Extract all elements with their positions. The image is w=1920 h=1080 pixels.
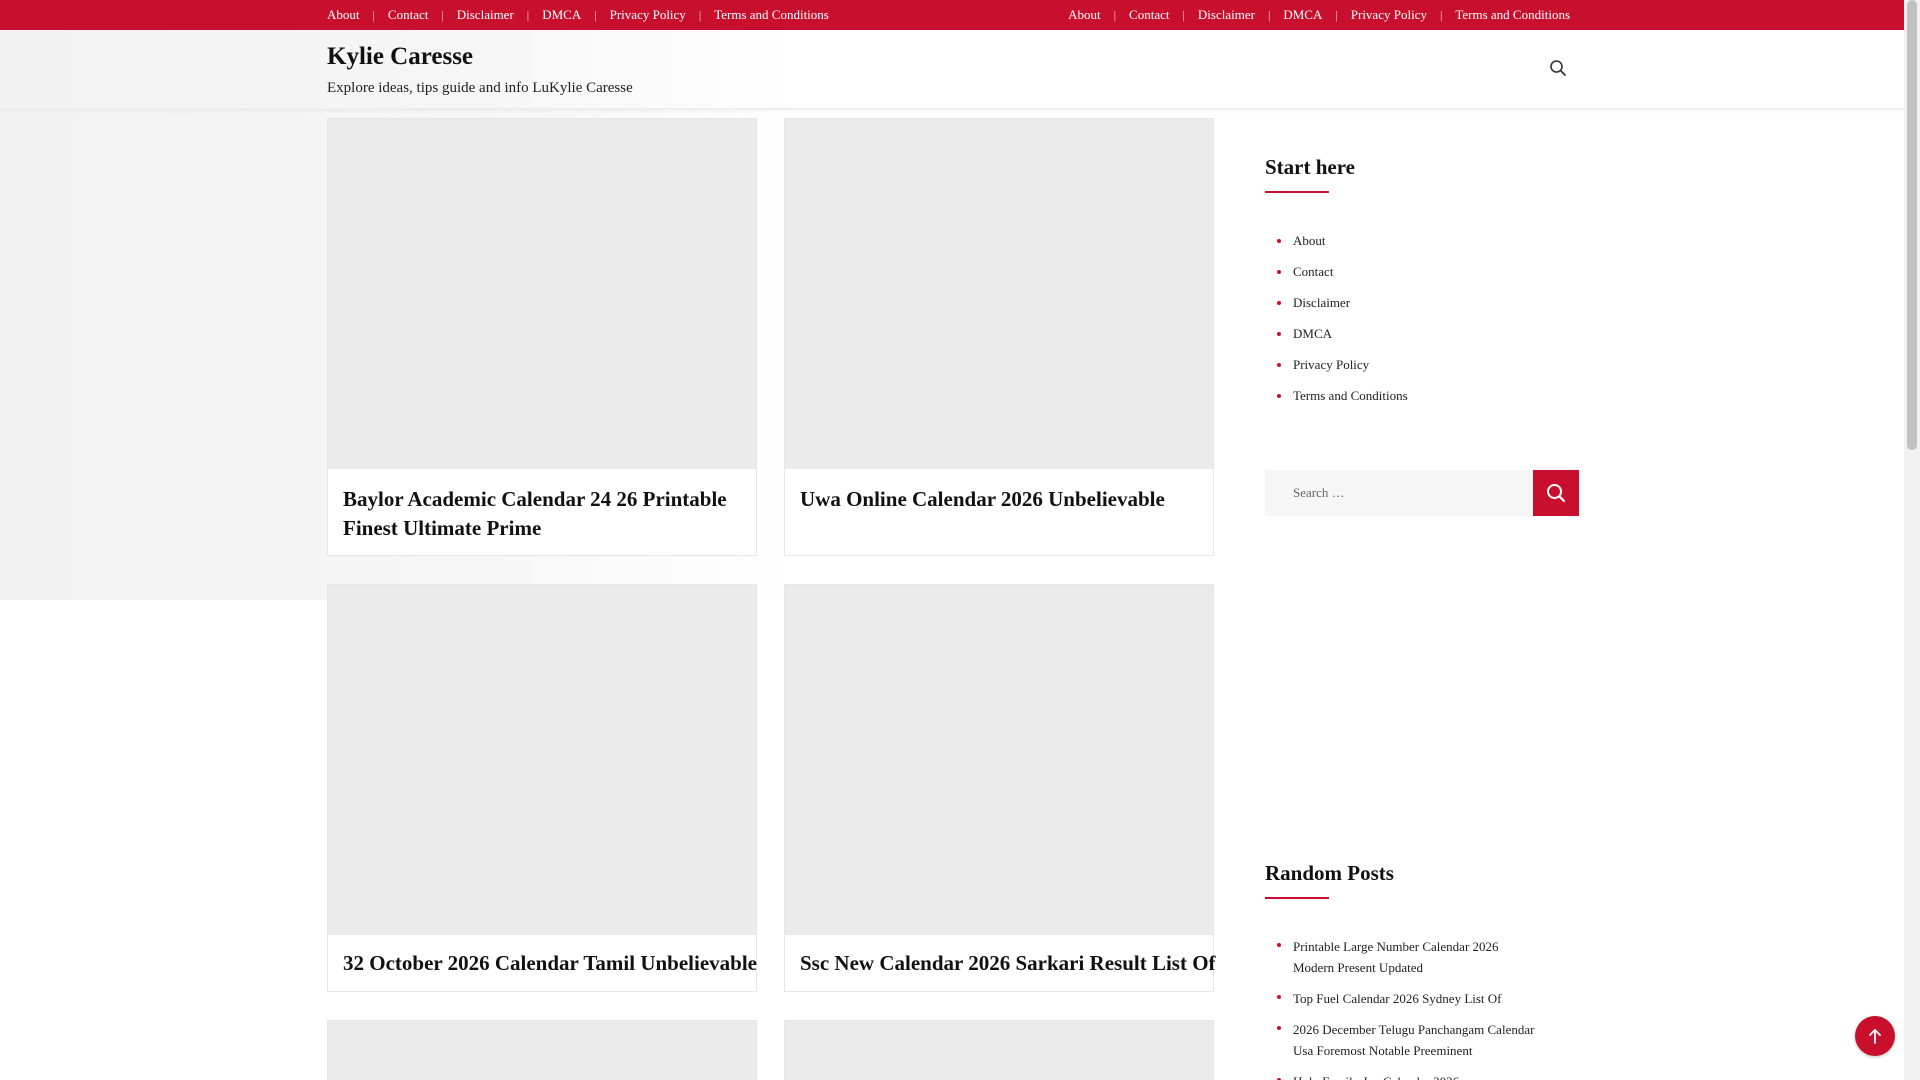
sidebar-search-form (1265, 470, 1579, 516)
top-nav-link-privacy-policy[interactable]: Privacy Policy (610, 7, 686, 23)
nav-separator: | (1182, 7, 1185, 22)
scrollbar-thumb[interactable] (1907, 0, 1917, 450)
random-post-link[interactable]: Holy Family Jax Calendar 2026 (1265, 1071, 1565, 1080)
post-title[interactable]: Ssc New Calendar 2026 Sarkari Result Lis… (800, 949, 1216, 978)
post-card: Baylor Academic Calendar 24 26 Printable… (327, 118, 757, 556)
random-post-link[interactable]: Top Fuel Calendar 2026 Sydney List Of (1265, 988, 1565, 1009)
search-submit-button[interactable] (1533, 470, 1579, 516)
top-nav-link-privacy-policy[interactable]: Privacy Policy (1351, 7, 1427, 23)
sidebar-link-dmca[interactable]: DMCA (1265, 325, 1565, 356)
post-title[interactable]: Baylor Academic Calendar 24 26 Printable… (343, 485, 748, 543)
search-icon[interactable] (1548, 58, 1568, 78)
post-card (784, 1020, 1214, 1080)
post-card (327, 1020, 757, 1080)
sidebar-link-about[interactable]: About (1265, 232, 1565, 263)
top-nav-left: About | Contact | Disclaimer | DMCA | Pr… (327, 0, 829, 30)
top-nav-link-about[interactable]: About (1068, 7, 1101, 23)
page: About | Contact | Disclaimer | DMCA | Pr… (0, 0, 1904, 1080)
nav-separator: | (1439, 7, 1443, 22)
nav-separator: | (1113, 7, 1117, 22)
post-thumbnail[interactable] (785, 585, 1213, 935)
nav-separator: | (526, 7, 530, 22)
top-nav-link-dmca[interactable]: DMCA (542, 7, 581, 23)
page-scrollbar[interactable] (1904, 0, 1920, 1080)
sidebar-link-disclaimer[interactable]: Disclaimer (1265, 294, 1565, 325)
post-thumbnail[interactable] (328, 585, 756, 935)
nav-separator: | (1267, 7, 1271, 22)
top-nav-link-about[interactable]: About (327, 7, 360, 23)
site-description: Explore ideas, tips guide and info LuKyl… (327, 80, 633, 96)
top-bar: About | Contact | Disclaimer | DMCA | Pr… (0, 0, 1904, 30)
post-card: Ssc New Calendar 2026 Sarkari Result Lis… (784, 584, 1216, 992)
nav-separator: | (1335, 7, 1338, 22)
search-icon (1547, 484, 1566, 503)
nav-separator: | (372, 7, 375, 22)
start-here-list: About Contact Disclaimer DMCA Privacy Po… (1265, 232, 1565, 418)
post-thumbnail[interactable] (328, 119, 756, 469)
post-title[interactable]: Uwa Online Calendar 2026 Unbelievable (800, 485, 1205, 514)
random-posts-list: Printable Large Number Calendar 2026 Mod… (1265, 936, 1565, 1080)
random-post-link[interactable]: 2026 December Telugu Panchangam Calendar… (1265, 1019, 1565, 1061)
post-thumbnail[interactable] (785, 119, 1213, 469)
sidebar-link-terms[interactable]: Terms and Conditions (1265, 387, 1565, 418)
nav-separator: | (441, 7, 444, 22)
top-nav-link-terms[interactable]: Terms and Conditions (1455, 7, 1570, 23)
widget-title-underline (1265, 191, 1329, 193)
post-title[interactable]: 32 October 2026 Calendar Tamil Unbelieva… (343, 949, 757, 978)
post-thumbnail[interactable] (328, 1021, 756, 1080)
widget-title-start-here: Start here (1265, 155, 1355, 179)
top-nav-link-terms[interactable]: Terms and Conditions (714, 7, 829, 23)
post-thumbnail[interactable] (785, 1021, 1213, 1080)
top-nav-link-contact[interactable]: Contact (1129, 7, 1169, 23)
top-nav-right: About | Contact | Disclaimer | DMCA | Pr… (1068, 0, 1570, 30)
sidebar-link-contact[interactable]: Contact (1265, 263, 1565, 294)
top-nav-link-disclaimer[interactable]: Disclaimer (1198, 7, 1255, 23)
widget-title-random-posts: Random Posts (1265, 861, 1394, 885)
sidebar-link-privacy-policy[interactable]: Privacy Policy (1265, 356, 1565, 387)
post-card: 32 October 2026 Calendar Tamil Unbelieva… (327, 584, 757, 992)
back-to-top-button[interactable] (1855, 1016, 1895, 1056)
nav-separator: | (594, 7, 597, 22)
top-nav-link-dmca[interactable]: DMCA (1283, 7, 1322, 23)
post-card: Uwa Online Calendar 2026 Unbelievable (784, 118, 1214, 556)
widget-title-underline (1265, 897, 1329, 899)
site-header: Kylie Caresse Explore ideas, tips guide … (0, 30, 1904, 109)
arrow-up-icon (1869, 1029, 1881, 1044)
nav-separator: | (698, 7, 702, 22)
search-input[interactable] (1265, 470, 1533, 516)
site-title[interactable]: Kylie Caresse (327, 43, 473, 71)
top-nav-link-contact[interactable]: Contact (388, 7, 428, 23)
top-nav-link-disclaimer[interactable]: Disclaimer (457, 7, 514, 23)
random-post-link[interactable]: Printable Large Number Calendar 2026 Mod… (1265, 936, 1565, 978)
